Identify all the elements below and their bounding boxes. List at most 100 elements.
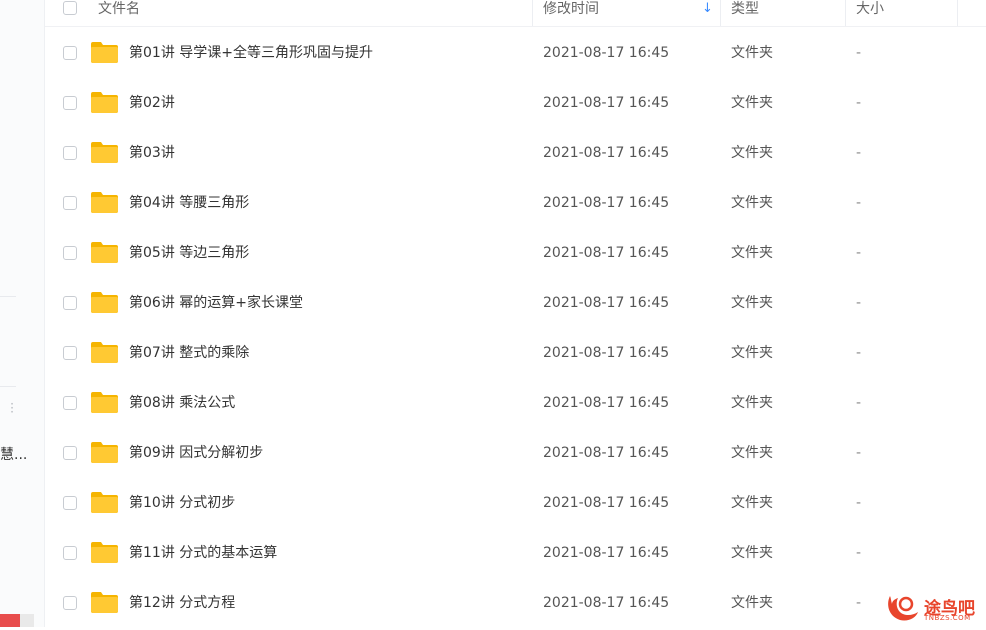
file-type: 文件夹 bbox=[731, 45, 773, 61]
file-name[interactable]: 第03讲 bbox=[129, 128, 175, 178]
column-divider[interactable] bbox=[720, 0, 721, 26]
folder-icon bbox=[91, 42, 118, 63]
folder-icon bbox=[91, 592, 118, 613]
file-name[interactable]: 第10讲 分式初步 bbox=[129, 478, 235, 528]
file-row[interactable]: 第02讲 2021-08-17 16:45 文件夹 - bbox=[45, 78, 986, 128]
file-size: - bbox=[856, 345, 862, 361]
file-type: 文件夹 bbox=[731, 295, 773, 311]
file-name[interactable]: 第12讲 分式方程 bbox=[129, 578, 235, 628]
file-size: - bbox=[856, 195, 862, 211]
file-name[interactable]: 第07讲 整式的乘除 bbox=[129, 328, 249, 378]
row-checkbox[interactable] bbox=[63, 496, 77, 510]
sidebar-red-block bbox=[0, 614, 20, 627]
file-list: 文件名 修改时间 ↓ 类型 大小 第01讲 导学课+全等三角形巩固与提升 2021… bbox=[45, 0, 986, 627]
folder-icon bbox=[91, 142, 118, 163]
column-header-name[interactable]: 文件名 bbox=[98, 0, 140, 26]
column-header-type[interactable]: 类型 bbox=[731, 0, 759, 26]
row-checkbox[interactable] bbox=[63, 596, 77, 610]
folder-icon bbox=[91, 192, 118, 213]
file-size: - bbox=[856, 595, 862, 611]
file-name[interactable]: 第02讲 bbox=[129, 78, 175, 128]
file-row[interactable]: 第12讲 分式方程 2021-08-17 16:45 文件夹 - bbox=[45, 578, 986, 628]
file-type: 文件夹 bbox=[731, 445, 773, 461]
file-type: 文件夹 bbox=[731, 245, 773, 261]
file-modified-time: 2021-08-17 16:45 bbox=[543, 95, 670, 111]
file-name[interactable]: 第01讲 导学课+全等三角形巩固与提升 bbox=[129, 28, 373, 78]
folder-icon bbox=[91, 242, 118, 263]
folder-icon bbox=[91, 392, 118, 413]
file-type: 文件夹 bbox=[731, 545, 773, 561]
file-modified-time: 2021-08-17 16:45 bbox=[543, 45, 670, 61]
watermark-subtext: TNBZS.COM bbox=[924, 614, 971, 622]
file-row[interactable]: 第03讲 2021-08-17 16:45 文件夹 - bbox=[45, 128, 986, 178]
file-row[interactable]: 第05讲 等边三角形 2021-08-17 16:45 文件夹 - bbox=[45, 228, 986, 278]
file-name[interactable]: 第09讲 因式分解初步 bbox=[129, 428, 263, 478]
bird-logo-icon bbox=[888, 596, 918, 621]
row-checkbox[interactable] bbox=[63, 546, 77, 560]
file-row[interactable]: 第04讲 等腰三角形 2021-08-17 16:45 文件夹 - bbox=[45, 178, 986, 228]
file-modified-time: 2021-08-17 16:45 bbox=[543, 445, 670, 461]
file-size: - bbox=[856, 395, 862, 411]
file-type: 文件夹 bbox=[731, 145, 773, 161]
row-checkbox[interactable] bbox=[63, 96, 77, 110]
file-type: 文件夹 bbox=[731, 345, 773, 361]
sidebar-gray-block bbox=[20, 614, 34, 627]
sidebar-divider bbox=[0, 386, 16, 387]
file-name[interactable]: 第06讲 幂的运算+家长课堂 bbox=[129, 278, 303, 328]
file-name[interactable]: 第08讲 乘法公式 bbox=[129, 378, 235, 428]
column-divider[interactable] bbox=[532, 0, 533, 26]
sort-down-arrow-icon[interactable]: ↓ bbox=[702, 1, 713, 16]
row-checkbox[interactable] bbox=[63, 446, 77, 460]
file-row[interactable]: 第06讲 幂的运算+家长课堂 2021-08-17 16:45 文件夹 - bbox=[45, 278, 986, 328]
file-row[interactable]: 第08讲 乘法公式 2021-08-17 16:45 文件夹 - bbox=[45, 378, 986, 428]
file-name[interactable]: 第04讲 等腰三角形 bbox=[129, 178, 249, 228]
sidebar-divider bbox=[0, 296, 16, 297]
row-checkbox[interactable] bbox=[63, 346, 77, 360]
column-header-size[interactable]: 大小 bbox=[856, 0, 884, 26]
row-checkbox[interactable] bbox=[63, 396, 77, 410]
file-type: 文件夹 bbox=[731, 595, 773, 611]
column-divider[interactable] bbox=[845, 0, 846, 26]
file-row[interactable]: 第07讲 整式的乘除 2021-08-17 16:45 文件夹 - bbox=[45, 328, 986, 378]
sidebar-item-truncated[interactable]: 慧... bbox=[0, 444, 27, 464]
file-modified-time: 2021-08-17 16:45 bbox=[543, 395, 670, 411]
file-size: - bbox=[856, 495, 862, 511]
file-size: - bbox=[856, 95, 862, 111]
folder-icon bbox=[91, 92, 118, 113]
file-size: - bbox=[856, 545, 862, 561]
file-size: - bbox=[856, 445, 862, 461]
file-type: 文件夹 bbox=[731, 95, 773, 111]
folder-icon bbox=[91, 292, 118, 313]
row-checkbox[interactable] bbox=[63, 246, 77, 260]
file-row[interactable]: 第11讲 分式的基本运算 2021-08-17 16:45 文件夹 - bbox=[45, 528, 986, 578]
select-all-checkbox[interactable] bbox=[63, 1, 77, 15]
file-type: 文件夹 bbox=[731, 495, 773, 511]
file-size: - bbox=[856, 145, 862, 161]
file-name[interactable]: 第05讲 等边三角形 bbox=[129, 228, 249, 278]
file-modified-time: 2021-08-17 16:45 bbox=[543, 345, 670, 361]
file-type: 文件夹 bbox=[731, 195, 773, 211]
file-type: 文件夹 bbox=[731, 395, 773, 411]
file-row[interactable]: 第01讲 导学课+全等三角形巩固与提升 2021-08-17 16:45 文件夹 - bbox=[45, 28, 986, 78]
row-checkbox[interactable] bbox=[63, 296, 77, 310]
file-row[interactable]: 第09讲 因式分解初步 2021-08-17 16:45 文件夹 - bbox=[45, 428, 986, 478]
file-row[interactable]: 第10讲 分式初步 2021-08-17 16:45 文件夹 - bbox=[45, 478, 986, 528]
file-modified-time: 2021-08-17 16:45 bbox=[543, 595, 670, 611]
watermark-logo: 途鸟吧 TNBZS.COM bbox=[884, 590, 984, 626]
row-checkbox[interactable] bbox=[63, 146, 77, 160]
file-modified-time: 2021-08-17 16:45 bbox=[543, 145, 670, 161]
column-header-modified[interactable]: 修改时间 bbox=[543, 0, 599, 26]
row-checkbox[interactable] bbox=[63, 196, 77, 210]
file-modified-time: 2021-08-17 16:45 bbox=[543, 295, 670, 311]
folder-icon bbox=[91, 492, 118, 513]
list-header: 文件名 修改时间 ↓ 类型 大小 bbox=[45, 0, 986, 27]
file-modified-time: 2021-08-17 16:45 bbox=[543, 245, 670, 261]
more-dots-icon[interactable]: · · · bbox=[10, 398, 14, 418]
folder-icon bbox=[91, 342, 118, 363]
column-divider[interactable] bbox=[957, 0, 958, 26]
file-size: - bbox=[856, 45, 862, 61]
row-checkbox[interactable] bbox=[63, 46, 77, 60]
folder-icon bbox=[91, 442, 118, 463]
folder-icon bbox=[91, 542, 118, 563]
file-name[interactable]: 第11讲 分式的基本运算 bbox=[129, 528, 277, 578]
